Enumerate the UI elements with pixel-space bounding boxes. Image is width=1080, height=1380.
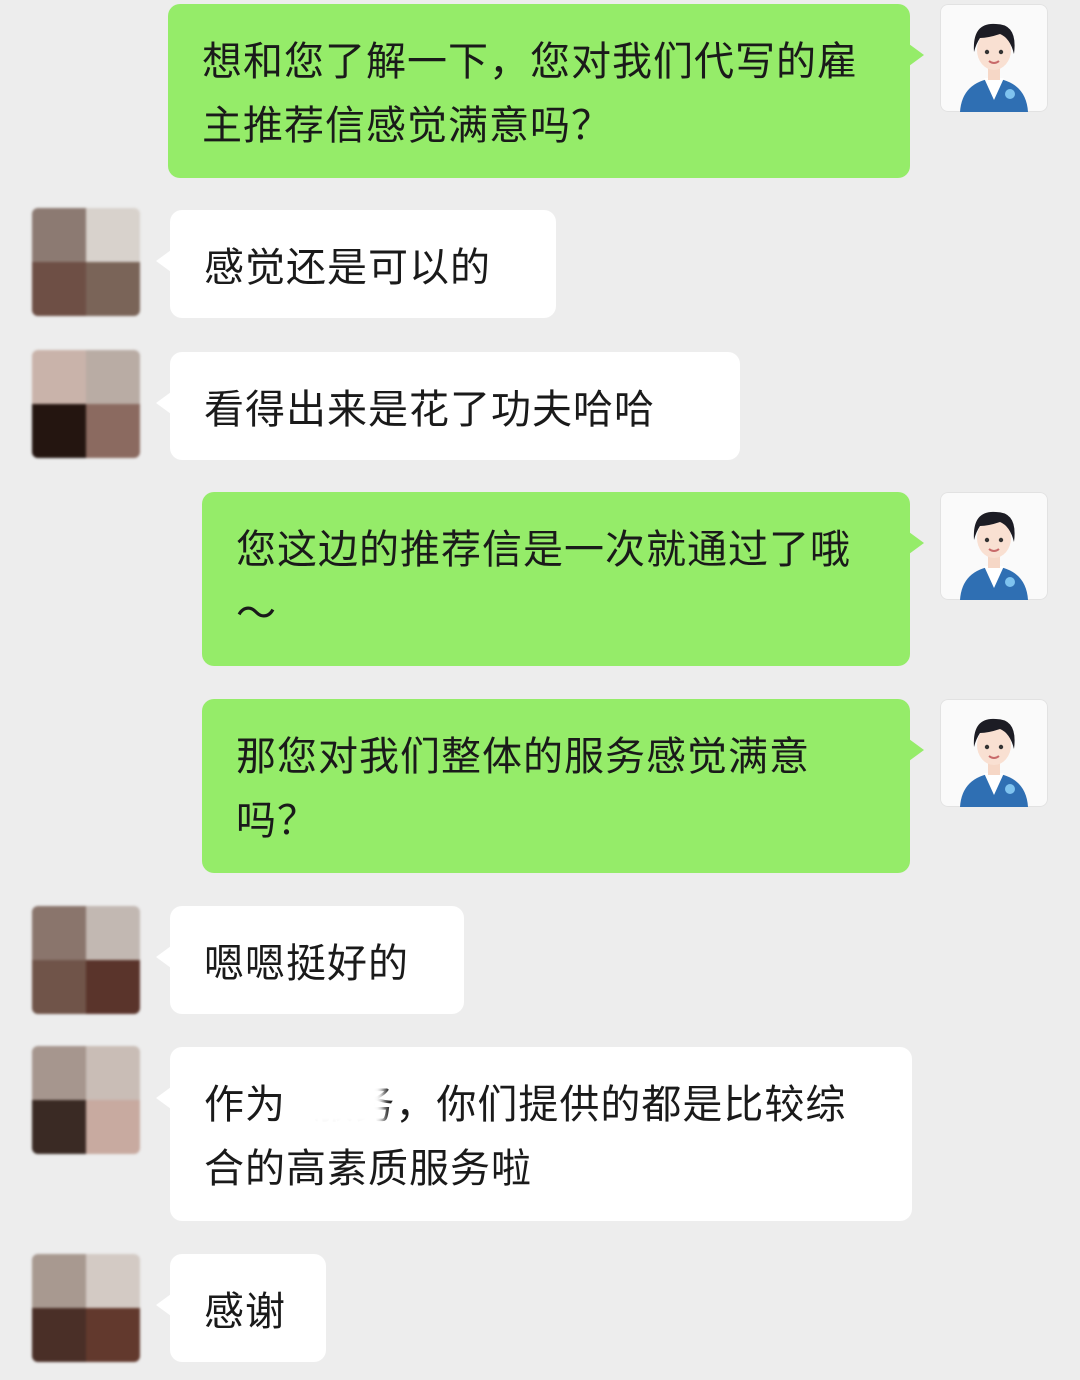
agent-avatar-icon[interactable] [940, 4, 1048, 112]
message-bubble-received[interactable]: 感谢 [156, 1254, 326, 1362]
message-bubble-received[interactable]: 嗯嗯挺好的 [156, 906, 464, 1014]
message-bubble-received[interactable]: 感觉还是可以的 [156, 210, 556, 318]
agent-figure-icon [960, 511, 1028, 600]
agent-avatar-icon[interactable] [940, 699, 1048, 807]
user-avatar[interactable] [32, 208, 140, 316]
user-avatar[interactable] [32, 1254, 140, 1362]
message-bubble-sent[interactable]: 那您对我们整体的服务感觉满意吗？ [202, 699, 924, 873]
user-avatar[interactable] [32, 1046, 140, 1154]
redaction-blur [286, 1066, 384, 1128]
agent-avatar-icon[interactable] [940, 492, 1048, 600]
message-bubble-sent[interactable]: 您这边的推荐信是一次就通过了哦～ [202, 492, 924, 666]
message-bubble-sent[interactable]: 想和您了解一下，您对我们代写的雇主推荐信感觉满意吗？ [168, 4, 924, 178]
user-avatar[interactable] [32, 350, 140, 458]
message-bubble-received[interactable]: 看得出来是花了功夫哈哈 [156, 352, 740, 460]
agent-figure-icon [960, 23, 1028, 112]
user-avatar[interactable] [32, 906, 140, 1014]
agent-figure-icon [960, 718, 1028, 807]
message-bubble-received[interactable]: 作为 服务，你们提供的都是比较综合的高素质服务啦 [156, 1047, 912, 1221]
